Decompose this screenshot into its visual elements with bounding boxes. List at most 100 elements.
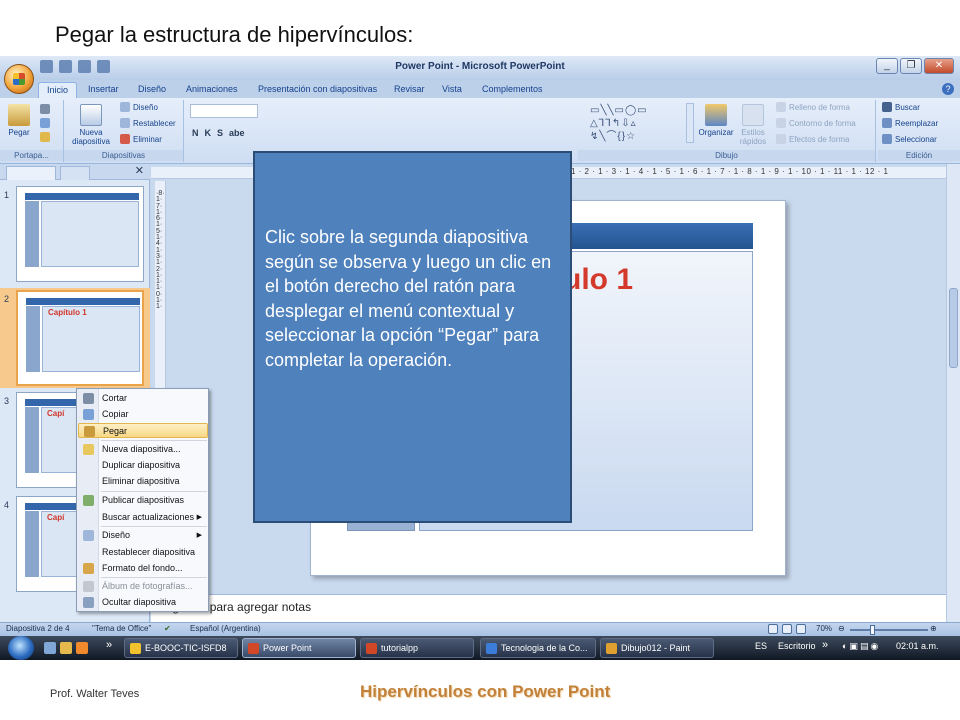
tab-revisar[interactable]: Revisar (386, 82, 433, 98)
layout-button[interactable]: Diseño (120, 102, 158, 112)
scrollbar-thumb[interactable] (949, 288, 958, 368)
submenu-arrow-icon: ▶ (196, 514, 202, 521)
submenu-arrow-icon: ▶ (196, 532, 202, 539)
spellcheck-icon[interactable]: ✔ (164, 624, 171, 633)
tab-slides[interactable] (6, 166, 56, 180)
paste-icon (8, 104, 30, 126)
quick-styles-label-1: Estilos (741, 128, 765, 137)
slide-thumbnail-1[interactable] (16, 186, 144, 282)
task-label: Power Point (263, 643, 312, 653)
quick-launch-chevron[interactable]: » (106, 639, 112, 651)
task-powerpoint[interactable]: Power Point (242, 638, 356, 658)
menu-item-formato-fondo[interactable]: Formato del fondo... (78, 561, 208, 576)
font-name-field[interactable] (190, 104, 258, 118)
slide-counter: Diapositiva 2 de 4 (6, 624, 70, 633)
tab-insertar[interactable]: Insertar (80, 82, 127, 98)
select-button[interactable]: Seleccionar (882, 134, 937, 144)
paste-button[interactable]: Pegar (6, 104, 32, 137)
zoom-out-icon[interactable]: ⊖ (838, 624, 845, 633)
menu-item-cortar[interactable]: Cortar (78, 391, 208, 406)
notes-pane[interactable]: Haga clic para agregar notas (151, 594, 946, 622)
menu-item-pegar[interactable]: Pegar (78, 423, 208, 438)
close-button[interactable]: ✕ (924, 58, 954, 74)
slideshow-view-icon[interactable] (796, 624, 806, 634)
minimize-button[interactable]: _ (876, 58, 898, 74)
menu-item-publicar[interactable]: Publicar diapositivas (78, 493, 208, 508)
arrange-button[interactable]: Organizar (696, 104, 736, 137)
format-buttons: N K S abe (192, 128, 245, 138)
explorer-icon[interactable] (60, 642, 72, 654)
menu-item-diseno[interactable]: Diseño ▶ (78, 528, 208, 543)
help-icon[interactable]: ? (942, 83, 954, 95)
windows-start-icon[interactable] (8, 636, 34, 660)
menu-item-buscar[interactable]: Buscar actualizaciones ▶ (78, 510, 208, 525)
menu-item-duplicar[interactable]: Duplicar diapositiva (78, 458, 208, 473)
task-paint[interactable]: Dibujo012 - Paint (600, 638, 714, 658)
show-desktop-icon[interactable] (44, 642, 56, 654)
arrange-label: Organizar (698, 128, 734, 137)
vertical-scrollbar[interactable] (946, 164, 960, 624)
menu-item-nueva[interactable]: Nueva diapositiva... (78, 442, 208, 457)
menu-separator (101, 577, 207, 578)
shape-effects-label: Efectos de forma (789, 134, 850, 144)
tray-chevron[interactable]: » (822, 639, 828, 651)
menu-item-restablecer[interactable]: Restablecer diapositiva (78, 545, 208, 560)
menu-item-eliminar[interactable]: Eliminar diapositiva (78, 474, 208, 489)
shape-outline-button[interactable]: Contorno de forma (776, 118, 856, 128)
menu-separator (101, 491, 207, 492)
format-painter-button[interactable] (40, 132, 50, 142)
close-pane-icon[interactable]: ✕ (135, 164, 144, 177)
group-edicion: Buscar Reemplazar Seleccionar Edición (878, 100, 960, 162)
restore-button[interactable]: ❐ (900, 58, 922, 74)
menu-item-label: Álbum de fotografías... (102, 581, 193, 591)
underline-button[interactable]: S (217, 128, 223, 138)
media-player-icon[interactable] (76, 642, 88, 654)
zoom-in-icon[interactable]: ⊕ (930, 624, 937, 633)
tab-outline[interactable] (60, 166, 90, 180)
bold-button[interactable]: N (192, 128, 199, 138)
task-tecnologia[interactable]: Tecnologia de la Co... (480, 638, 596, 658)
quick-styles-button[interactable]: Estilos rápidos (736, 104, 770, 146)
tab-animaciones[interactable]: Animaciones (178, 82, 246, 98)
group-label-diapositivas: Diapositivas (64, 150, 183, 161)
zoom-level[interactable]: 70% (816, 624, 832, 633)
new-slide-button[interactable]: Nueva diapositiva (66, 104, 116, 146)
menu-item-ocultar[interactable]: Ocultar diapositiva (78, 595, 208, 610)
tab-presentacion[interactable]: Presentación con diapositivas (250, 82, 385, 98)
zoom-slider-knob[interactable] (870, 625, 875, 635)
tab-complementos[interactable]: Complementos (474, 82, 551, 98)
strike-button[interactable]: abe (229, 128, 245, 138)
language-indicator[interactable]: Español (Argentina) (190, 624, 261, 633)
desktop-toolbar[interactable]: Escritorio (778, 641, 816, 651)
zoom-slider[interactable] (850, 629, 928, 631)
thumb-left-column (26, 306, 40, 372)
shape-fill-button[interactable]: Relleno de forma (776, 102, 850, 112)
sorter-view-icon[interactable] (782, 624, 792, 634)
italic-button[interactable]: K (205, 128, 212, 138)
copy-button[interactable] (40, 118, 50, 128)
office-button-icon[interactable] (4, 64, 34, 94)
shape-effects-button[interactable]: Efectos de forma (776, 134, 849, 144)
slide-thumbnail-2[interactable]: Capítulo 1 (16, 290, 144, 386)
reset-button[interactable]: Restablecer (120, 118, 176, 128)
replace-button[interactable]: Reemplazar (882, 118, 938, 128)
delete-slide-button[interactable]: Eliminar (120, 134, 162, 144)
copy-icon (40, 118, 50, 128)
tab-vista[interactable]: Vista (434, 82, 470, 98)
menu-item-label: Publicar diapositivas (102, 495, 185, 505)
paint-icon (606, 643, 617, 654)
normal-view-icon[interactable] (768, 624, 778, 634)
tab-diseno[interactable]: Diseño (130, 82, 174, 98)
task-ebooc[interactable]: E-BOOC-TIC-ISFD8 (124, 638, 238, 658)
task-tutorialpp[interactable]: tutorialpp (360, 638, 474, 658)
cut-button[interactable] (40, 104, 50, 114)
tray-icons[interactable]: ◐▣▤◉ (842, 641, 880, 652)
menu-item-copiar[interactable]: Copiar (78, 407, 208, 422)
thumb-body (41, 201, 139, 267)
find-button[interactable]: Buscar (882, 102, 920, 112)
menu-item-label: Pegar (103, 426, 128, 436)
menu-separator (101, 440, 207, 441)
language-bar[interactable]: ES (755, 641, 767, 651)
menu-item-label: Formato del fondo... (102, 563, 183, 573)
tab-inicio[interactable]: Inicio (38, 82, 78, 98)
